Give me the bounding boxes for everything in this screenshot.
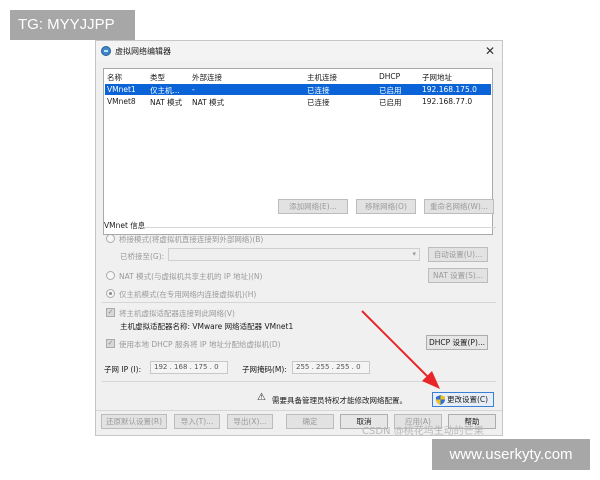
ok-button[interactable]: 确定 xyxy=(286,414,334,429)
title-bar: 虚拟网络编辑器 ✕ xyxy=(96,41,502,61)
watermark-bottom: www.userkyty.com xyxy=(432,439,590,470)
column-header-name[interactable]: 名称 xyxy=(107,72,122,83)
watermark-top: TG: MYYJJPP xyxy=(10,10,135,40)
section-divider xyxy=(102,381,496,382)
table-cell: 已连接 xyxy=(307,86,330,95)
table-row[interactable]: VMnet1 仅主机... - 已连接 已启用 192.168.175.0 xyxy=(105,84,491,95)
watermark-csdn: CSDN @桃花坞生动的芒果 xyxy=(362,426,484,437)
network-editor-icon xyxy=(101,46,111,56)
table-cell: 已启用 xyxy=(379,86,402,95)
use-dhcp-checkbox[interactable]: ✓ xyxy=(106,339,115,348)
section-divider xyxy=(102,302,496,303)
table-cell: 192.168.175.0 xyxy=(422,85,477,94)
use-dhcp-label: 使用本地 DHCP 服务将 IP 地址分配给虚拟机(D) xyxy=(119,340,281,349)
connect-adapter-label: 将主机虚拟适配器连接到此网络(V) xyxy=(119,309,235,318)
import-button[interactable]: 导入(T)... xyxy=(174,414,220,429)
table-row[interactable]: VMnet8 NAT 模式 NAT 模式 已连接 已启用 192.168.77.… xyxy=(105,96,491,107)
dhcp-settings-button[interactable]: DHCP 设置(P)... xyxy=(426,335,488,350)
admin-shield-icon xyxy=(436,395,445,405)
window-title: 虚拟网络编辑器 xyxy=(115,47,171,56)
vmnet-info-label: VMnet 信息 xyxy=(104,221,146,230)
table-cell: - xyxy=(192,85,195,94)
restore-defaults-button[interactable]: 还原默认设置(R) xyxy=(101,414,167,429)
subnet-mask-label: 子网掩码(M): xyxy=(242,365,287,374)
bridged-to-select[interactable]: ▾ xyxy=(168,248,420,261)
bridged-to-label: 已桥接至(G): xyxy=(120,252,165,261)
table-cell: 仅主机... xyxy=(150,86,180,95)
subnet-mask-field[interactable]: 255 . 255 . 255 . 0 xyxy=(292,361,370,374)
section-divider xyxy=(144,227,496,228)
connect-adapter-checkbox[interactable]: ✓ xyxy=(106,308,115,317)
nat-mode-label: NAT 模式(与虚拟机共享主机的 IP 地址)(N) xyxy=(119,272,263,281)
remove-network-button[interactable]: 移除网络(O) xyxy=(356,199,416,214)
warning-icon: ⚠ xyxy=(257,392,266,403)
table-cell: 已连接 xyxy=(307,98,330,107)
dropdown-arrow-icon: ▾ xyxy=(412,250,416,258)
table-cell: 已启用 xyxy=(379,98,402,107)
table-cell: VMnet8 xyxy=(107,97,136,106)
change-settings-button[interactable]: 更改设置(C) xyxy=(432,392,494,407)
column-header-subnet[interactable]: 子网地址 xyxy=(422,72,452,83)
nat-mode-radio[interactable] xyxy=(106,271,115,280)
subnet-ip-label: 子网 IP (I): xyxy=(104,365,142,374)
column-header-host[interactable]: 主机连接 xyxy=(307,72,337,83)
table-cell: 192.168.77.0 xyxy=(422,97,473,106)
section-divider xyxy=(96,410,502,411)
virtual-network-editor-dialog: 虚拟网络编辑器 ✕ 名称 类型 外部连接 主机连接 DHCP 子网地址 VMne… xyxy=(95,40,503,436)
change-settings-label: 更改设置(C) xyxy=(447,395,489,404)
column-header-type[interactable]: 类型 xyxy=(150,72,165,83)
export-button[interactable]: 导出(X)... xyxy=(227,414,273,429)
bridged-mode-label: 桥接模式(将虚拟机直接连接到外部网络)(B) xyxy=(119,235,264,244)
nat-settings-button[interactable]: NAT 设置(S)... xyxy=(428,268,488,283)
bridged-mode-radio[interactable] xyxy=(106,234,115,243)
admin-notice-text: 需要具备管理员特权才能修改网络配置。 xyxy=(272,396,407,405)
table-cell: VMnet1 xyxy=(107,85,136,94)
adapter-name-label: 主机虚拟适配器名称: VMware 网络适配器 VMnet1 xyxy=(120,322,294,331)
add-network-button[interactable]: 添加网络(E)... xyxy=(278,199,348,214)
subnet-ip-field[interactable]: 192 . 168 . 175 . 0 xyxy=(150,361,228,374)
table-cell: NAT 模式 xyxy=(150,98,183,107)
table-cell: NAT 模式 xyxy=(192,98,225,107)
host-only-radio[interactable] xyxy=(106,289,115,298)
column-header-dhcp[interactable]: DHCP xyxy=(379,72,400,81)
close-icon[interactable]: ✕ xyxy=(482,43,498,59)
host-only-label: 仅主机模式(在专用网络内连接虚拟机)(H) xyxy=(119,290,257,299)
rename-network-button[interactable]: 重命名网络(W)... xyxy=(424,199,494,214)
network-list-header: 名称 类型 外部连接 主机连接 DHCP 子网地址 xyxy=(105,71,491,82)
column-header-external[interactable]: 外部连接 xyxy=(192,72,222,83)
auto-settings-button[interactable]: 自动设置(U)... xyxy=(428,247,488,262)
